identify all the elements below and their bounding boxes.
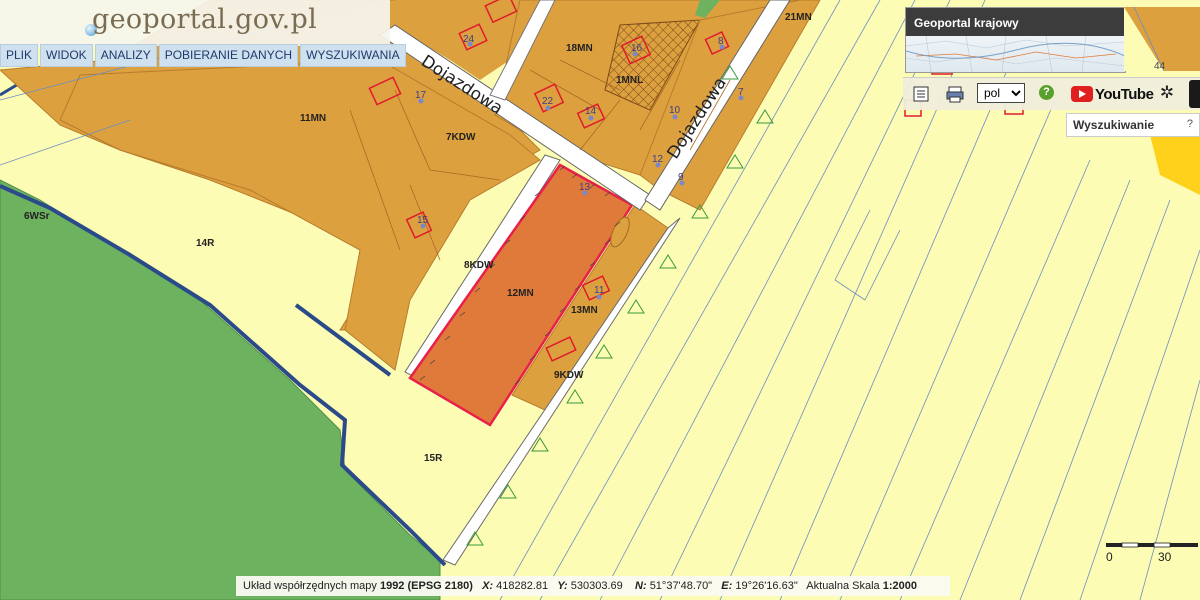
e-label: E: [721, 580, 733, 592]
menu-item-wyszukiwania[interactable]: WYSZUKIWANIA [300, 44, 406, 67]
menu-item-pobieranie-danych[interactable]: POBIERANIE DANYCH [158, 44, 299, 67]
x-value: 418282.81 [496, 580, 549, 592]
legend-icon[interactable] [911, 84, 931, 104]
map-toolbar: pol ? YouTube ✲ [903, 77, 1200, 110]
zone-label-6wsr: 6WSr [24, 211, 50, 222]
lot-number-14: 14 [585, 106, 597, 117]
lot-number-10: 10 [669, 105, 681, 116]
n-value: 51°37'48.70" [649, 580, 713, 592]
lot-number-11: 11 [594, 285, 605, 296]
zone-label-12mn: 12MN [507, 288, 534, 299]
crs-value: 1992 (EPSG 2180) [379, 580, 473, 592]
menu-item-plik[interactable]: PLIK [0, 44, 39, 67]
lot-number-7: 7 [738, 87, 744, 98]
n-label: N: [635, 580, 647, 592]
scale-label: Aktualna Skala [806, 580, 880, 592]
lot-number-16: 16 [631, 43, 643, 54]
youtube-play-icon [1071, 86, 1093, 102]
zone-label-1mnl: 1MNL [616, 75, 643, 86]
y-value: 530303.69 [570, 580, 623, 592]
youtube-button[interactable]: YouTube [1071, 82, 1154, 106]
zone-label-15r: 15R [424, 453, 443, 464]
lot-number-22: 22 [542, 96, 554, 107]
geoportal-krajowy-title: Geoportal krajowy [914, 16, 1019, 30]
settings-icon[interactable]: ✲ [1157, 83, 1177, 103]
main-menu: PLIK WIDOK ANALIZY POBIERANIE DANYCH WYS… [0, 44, 406, 67]
print-icon[interactable] [945, 84, 965, 104]
lot-number-12: 12 [652, 154, 664, 165]
geoportal-logo[interactable]: geoportal.gov.pl [0, 0, 390, 46]
lot-number-8: 8 [718, 36, 724, 47]
search-help-icon[interactable]: ? [1187, 118, 1193, 130]
scale-label-zero: 0 [1106, 550, 1113, 564]
lot-number-13: 13 [579, 182, 591, 193]
zone-label-14r: 14R [196, 238, 215, 249]
zone-label-18mn: 18MN [566, 43, 593, 54]
svg-text:44: 44 [1154, 61, 1166, 71]
zone-label-9kdw: 9KDW [554, 370, 584, 381]
status-bar: Układ współrzędnych mapy 1992 (EPSG 2180… [236, 576, 950, 596]
lot-number-15: 15 [417, 215, 429, 226]
map-side-strip: 44 [1124, 7, 1200, 71]
y-label: Y: [557, 580, 568, 592]
scale-label-mid: 30 [1158, 550, 1172, 564]
youtube-label: YouTube [1095, 85, 1154, 103]
search-panel-title: Wyszukiwanie [1073, 118, 1155, 132]
zone-label-13mn: 13MN [571, 305, 598, 316]
zone-label-21mn: 21MN [785, 12, 812, 23]
zone-label-11mn: 11MN [300, 113, 326, 124]
menu-item-widok[interactable]: WIDOK [40, 44, 93, 67]
help-icon[interactable]: ? [1039, 85, 1054, 100]
logo-text: geoportal.gov.pl [92, 4, 318, 35]
crs-label: Układ współrzędnych mapy [243, 580, 377, 592]
overview-map-thumbnail[interactable] [906, 36, 1125, 72]
menu-item-analizy[interactable]: ANALIZY [94, 44, 157, 67]
zone-label-8kdw: 8KDW [464, 260, 494, 271]
scale-value: 1:2000 [882, 580, 918, 592]
scale-bar: 0 30 [1104, 540, 1200, 570]
search-panel[interactable]: Wyszukiwanie ? [1066, 113, 1200, 137]
lot-number-24: 24 [463, 34, 475, 45]
lot-number-17: 17 [415, 90, 427, 101]
geoportal-krajowy-panel[interactable]: Geoportal krajowy [905, 7, 1126, 73]
lot-number-9: 9 [678, 172, 684, 183]
e-value: 19°26'16.63" [735, 580, 798, 592]
x-label: X: [482, 580, 494, 592]
toolbar-edge [1189, 80, 1200, 108]
language-select[interactable]: pol [977, 83, 1025, 103]
zone-label-7kdw: 7KDW [446, 132, 476, 143]
